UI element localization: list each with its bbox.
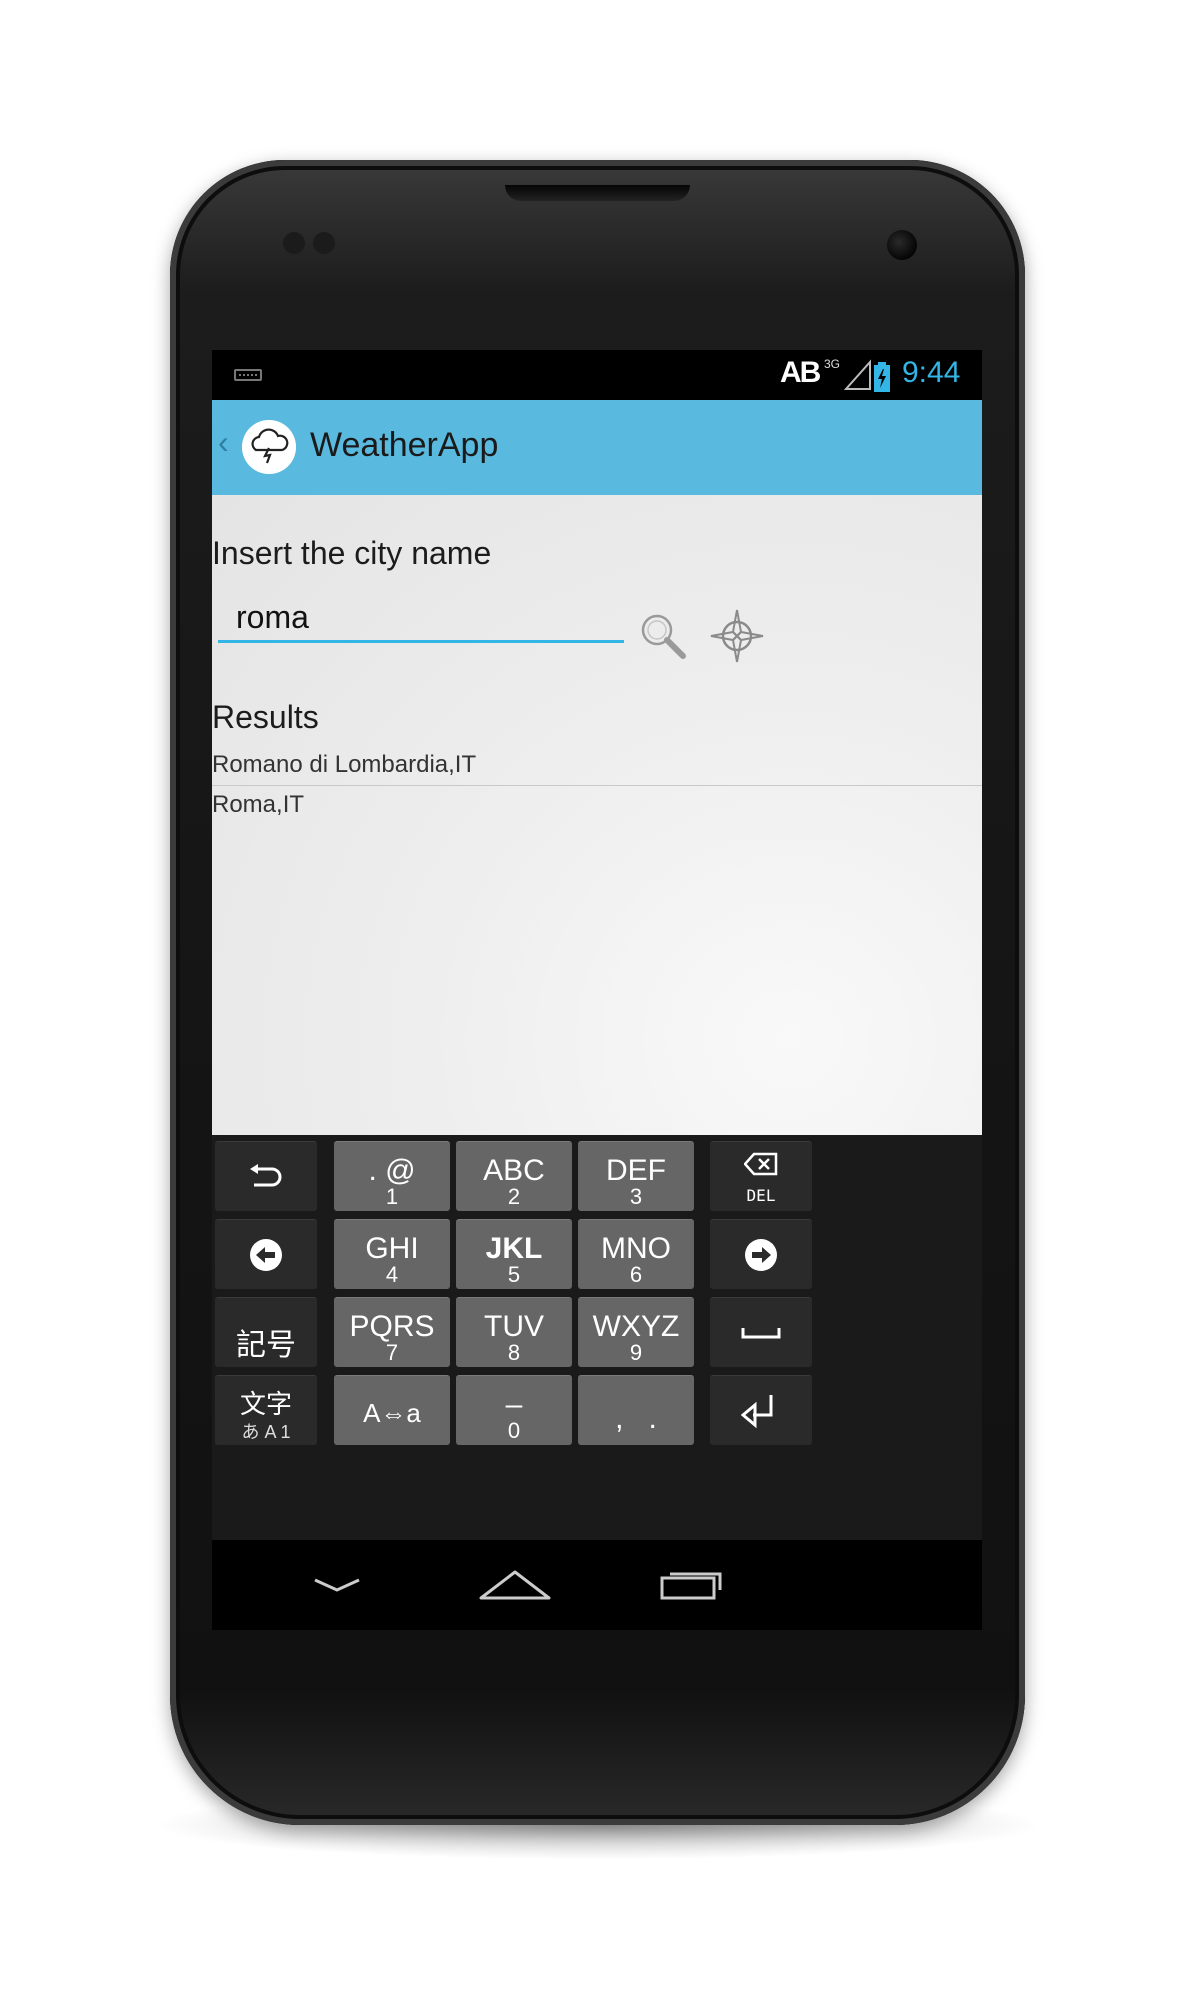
front-camera	[887, 230, 917, 260]
key-sublabel: 6	[629, 1262, 643, 1287]
status-clock: 9:44	[902, 356, 961, 389]
key-sublabel: 8	[507, 1340, 521, 1365]
cursor-right-key[interactable]	[710, 1219, 812, 1289]
key-sublabel: 7	[385, 1340, 399, 1365]
key-0[interactable]: – 0	[456, 1375, 572, 1445]
chevron-down-icon[interactable]	[297, 1560, 377, 1610]
key-label: TUV	[484, 1310, 544, 1343]
status-bar: AB 3G 9:44	[212, 350, 982, 400]
space-icon	[741, 1327, 781, 1338]
home-icon[interactable]	[475, 1560, 555, 1610]
soft-keyboard: 記号 文字 あ A 1 . @ 1 ABC 2 DEF 3 GHI 4 JKL …	[212, 1135, 982, 1540]
key-3[interactable]: DEF 3	[578, 1141, 694, 1211]
proximity-sensor	[283, 232, 305, 254]
key-sublabel: 3	[629, 1184, 643, 1209]
key-sublabel: 2	[507, 1184, 521, 1209]
key-label: WXYZ	[592, 1310, 680, 1343]
result-item[interactable]: Romano di Lombardia,IT	[212, 751, 476, 779]
ab-icon: AB	[780, 356, 821, 389]
key-4[interactable]: GHI 4	[334, 1219, 450, 1289]
arrow-right-circle-icon	[745, 1238, 777, 1271]
navigation-bar	[212, 1540, 982, 1630]
light-sensor	[313, 232, 335, 254]
key-2[interactable]: ABC 2	[456, 1141, 572, 1211]
keyboard-icon	[234, 369, 262, 381]
screen: AB 3G 9:44 ‹ WeatherApp Insert the city …	[212, 350, 982, 1630]
key-9[interactable]: WXYZ 9	[578, 1297, 694, 1367]
key-sublabel: 5	[507, 1262, 521, 1287]
case-toggle-key[interactable]: A⇔a	[334, 1375, 450, 1445]
key-5[interactable]: JKL 5	[456, 1219, 572, 1289]
enter-icon	[741, 1394, 773, 1428]
city-input-value: roma	[236, 599, 309, 635]
key-label: A⇔a	[363, 1398, 421, 1428]
battery-charging-icon	[874, 362, 890, 392]
key-sublabel: 1	[385, 1184, 399, 1209]
key-label: ABC	[483, 1154, 545, 1187]
symbols-key[interactable]: 記号	[215, 1297, 317, 1367]
backspace-icon	[744, 1152, 778, 1176]
main-content: Insert the city name roma Results Romano…	[212, 495, 982, 1135]
key-label: DEF	[606, 1154, 666, 1187]
result-divider	[212, 785, 982, 786]
cursor-left-key[interactable]	[215, 1219, 317, 1289]
undo-icon	[250, 1163, 282, 1186]
key-label: MNO	[601, 1232, 671, 1265]
key-6[interactable]: MNO 6	[578, 1219, 694, 1289]
app-title: WeatherApp	[310, 426, 499, 464]
recents-icon[interactable]	[652, 1560, 732, 1610]
input-mode-sublabel: あ A 1	[241, 1422, 291, 1442]
signal-3g-icon: 3G	[824, 357, 871, 390]
action-bar: ‹ WeatherApp	[212, 400, 982, 495]
key-7[interactable]: PQRS 7	[334, 1297, 450, 1367]
key-1[interactable]: . @ 1	[334, 1141, 450, 1211]
city-name-input[interactable]: roma	[218, 595, 624, 643]
cloud-lightning-icon[interactable]	[242, 420, 296, 474]
earpiece-speaker	[505, 185, 690, 201]
key-label: , .	[615, 1402, 657, 1435]
key-sublabel: 0	[507, 1418, 521, 1443]
key-label: GHI	[365, 1232, 419, 1265]
input-mode-label: 文字	[239, 1389, 292, 1419]
search-icon[interactable]	[637, 610, 689, 662]
key-sublabel: 9	[629, 1340, 643, 1365]
space-key[interactable]	[710, 1297, 812, 1367]
crosshair-icon[interactable]	[709, 608, 765, 664]
network-type-label: 3G	[824, 357, 840, 371]
chevron-left-icon[interactable]: ‹	[218, 424, 229, 461]
delete-key[interactable]: DEL	[710, 1141, 812, 1211]
punctuation-key[interactable]: , .	[578, 1375, 694, 1445]
key-label: . @	[368, 1154, 416, 1187]
symbols-key-label: 記号	[236, 1329, 296, 1362]
arrow-left-circle-icon	[250, 1238, 282, 1271]
enter-key[interactable]	[710, 1375, 812, 1445]
key-8[interactable]: TUV 8	[456, 1297, 572, 1367]
delete-key-label: DEL	[746, 1186, 776, 1205]
key-sublabel: 4	[385, 1262, 399, 1287]
results-heading: Results	[212, 699, 319, 735]
city-prompt-label: Insert the city name	[212, 535, 492, 571]
result-item[interactable]: Roma,IT	[212, 791, 304, 819]
input-mode-key[interactable]: 文字 あ A 1	[215, 1375, 317, 1445]
key-label: –	[505, 1388, 523, 1421]
key-label: PQRS	[349, 1310, 435, 1343]
key-label: JKL	[485, 1232, 543, 1265]
undo-key[interactable]	[215, 1141, 317, 1211]
